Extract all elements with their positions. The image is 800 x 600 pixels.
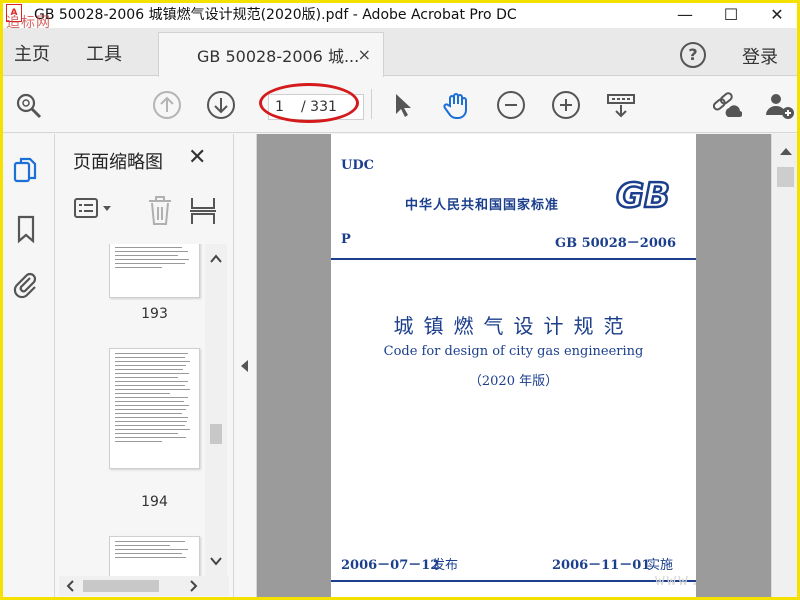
watermark-bottom-right: www. xyxy=(655,570,702,589)
gb-logo: GB xyxy=(607,174,679,218)
page-header-rule xyxy=(331,258,696,260)
close-tab-icon[interactable]: × xyxy=(358,45,371,64)
maximize-button[interactable]: ☐ xyxy=(708,0,754,28)
bookmark-icon[interactable] xyxy=(12,214,40,244)
window-title: GB 50028-2006 城镇燃气设计规范(2020版).pdf - Adob… xyxy=(34,7,517,23)
panel-title: 页面缩略图 xyxy=(73,152,163,173)
svg-text:GB: GB xyxy=(616,176,670,214)
toolbar-divider xyxy=(371,89,372,119)
thumbnail-page-193[interactable] xyxy=(109,244,200,298)
zoom-out-icon[interactable] xyxy=(497,91,525,119)
add-user-icon[interactable] xyxy=(764,91,794,119)
crop-pages-icon[interactable] xyxy=(189,196,217,226)
pdf-page: UDC 中华人民共和国国家标准 GB P GB 50028－2006 城镇燃气设… xyxy=(331,134,696,600)
hand-tool-icon[interactable] xyxy=(442,91,470,119)
delete-pages-icon[interactable] xyxy=(147,196,173,226)
share-link-icon[interactable] xyxy=(710,91,743,119)
thumbnail-page-number: 193 xyxy=(141,306,168,322)
document-vertical-scrollbar[interactable] xyxy=(771,134,800,600)
main-toolbar: 1 / 331 xyxy=(0,77,800,133)
thumbnail-page-195[interactable] xyxy=(109,536,200,576)
window-controls: — ☐ ✕ xyxy=(662,0,800,28)
scrollbar-thumb[interactable] xyxy=(777,167,794,187)
thumbnail-list[interactable]: 193 194 xyxy=(59,244,207,576)
close-panel-icon[interactable]: ✕ xyxy=(188,145,206,170)
page-title-english: Code for design of city gas engineering xyxy=(383,344,644,359)
effective-date: 2006－11－01 xyxy=(552,558,651,573)
red-highlight-annotation xyxy=(259,83,359,123)
scroll-mode-icon[interactable] xyxy=(606,91,635,119)
login-button[interactable]: 登录 xyxy=(742,43,778,69)
page-title-chinese: 城镇燃气设计规范 xyxy=(393,314,634,338)
tab-tools[interactable]: 工具 xyxy=(86,40,122,66)
page-category: P xyxy=(341,232,351,247)
page-down-icon[interactable] xyxy=(207,91,235,119)
thumbnail-page-number: 194 xyxy=(141,494,168,510)
zoom-in-icon[interactable] xyxy=(552,91,580,119)
collapse-arrow-icon xyxy=(241,360,248,372)
tab-home[interactable]: 主页 xyxy=(14,40,50,66)
page-footer-rule xyxy=(331,580,696,582)
close-window-button[interactable]: ✕ xyxy=(754,0,800,28)
scroll-up-arrow-icon[interactable] xyxy=(780,148,792,155)
help-icon[interactable]: ? xyxy=(680,42,706,68)
page-udc: UDC xyxy=(341,158,374,173)
thumbnail-horizontal-scrollbar[interactable] xyxy=(59,576,229,596)
tab-document[interactable]: GB 50028-2006 城... × xyxy=(158,32,384,77)
minimize-button[interactable]: — xyxy=(662,0,708,28)
page-up-icon[interactable] xyxy=(153,91,181,119)
page-thumbnails-panel: 页面缩略图 ✕ 193 194 xyxy=(55,134,234,600)
thumbnail-vertical-scrollbar[interactable] xyxy=(205,244,227,576)
collapse-panel-button[interactable] xyxy=(235,134,257,600)
publish-label: 发布 xyxy=(432,558,459,573)
publish-date: 2006－07－12 xyxy=(341,558,440,573)
page-standard-code: GB 50028－2006 xyxy=(554,236,676,251)
document-tab-label: GB 50028-2006 城... xyxy=(197,47,360,66)
page-thumbnails-icon[interactable] xyxy=(12,156,40,186)
page-edition: （2020 年版） xyxy=(468,374,559,389)
thumbnail-options-icon[interactable] xyxy=(73,196,113,226)
tab-bar: 主页 工具 GB 50028-2006 城... × ? 登录 xyxy=(0,28,800,77)
select-cursor-icon[interactable] xyxy=(390,91,418,119)
attachment-icon[interactable] xyxy=(12,270,40,300)
search-icon[interactable] xyxy=(14,91,42,119)
thumbnail-page-194[interactable] xyxy=(109,348,200,469)
title-bar: A 追标网 GB 50028-2006 城镇燃气设计规范(2020版).pdf … xyxy=(0,0,800,31)
page-standard-heading: 中华人民共和国国家标准 xyxy=(405,198,560,213)
left-navigation-rail xyxy=(0,134,55,600)
